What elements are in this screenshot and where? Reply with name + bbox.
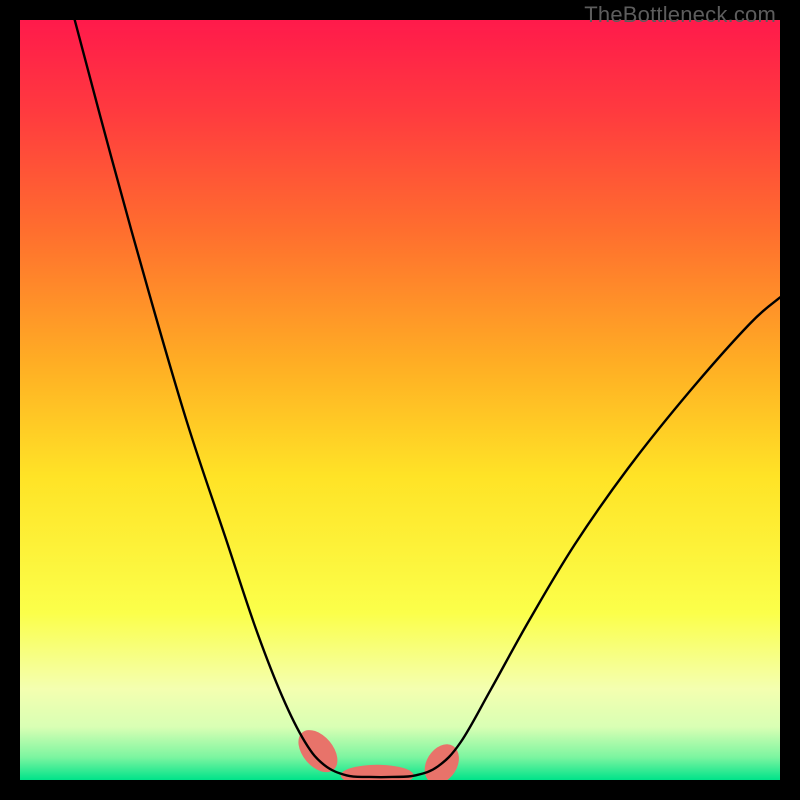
watermark-text: TheBottleneck.com: [584, 2, 776, 28]
bottleneck-chart: [20, 20, 780, 780]
gradient-background: [20, 20, 780, 780]
chart-frame: [20, 20, 780, 780]
